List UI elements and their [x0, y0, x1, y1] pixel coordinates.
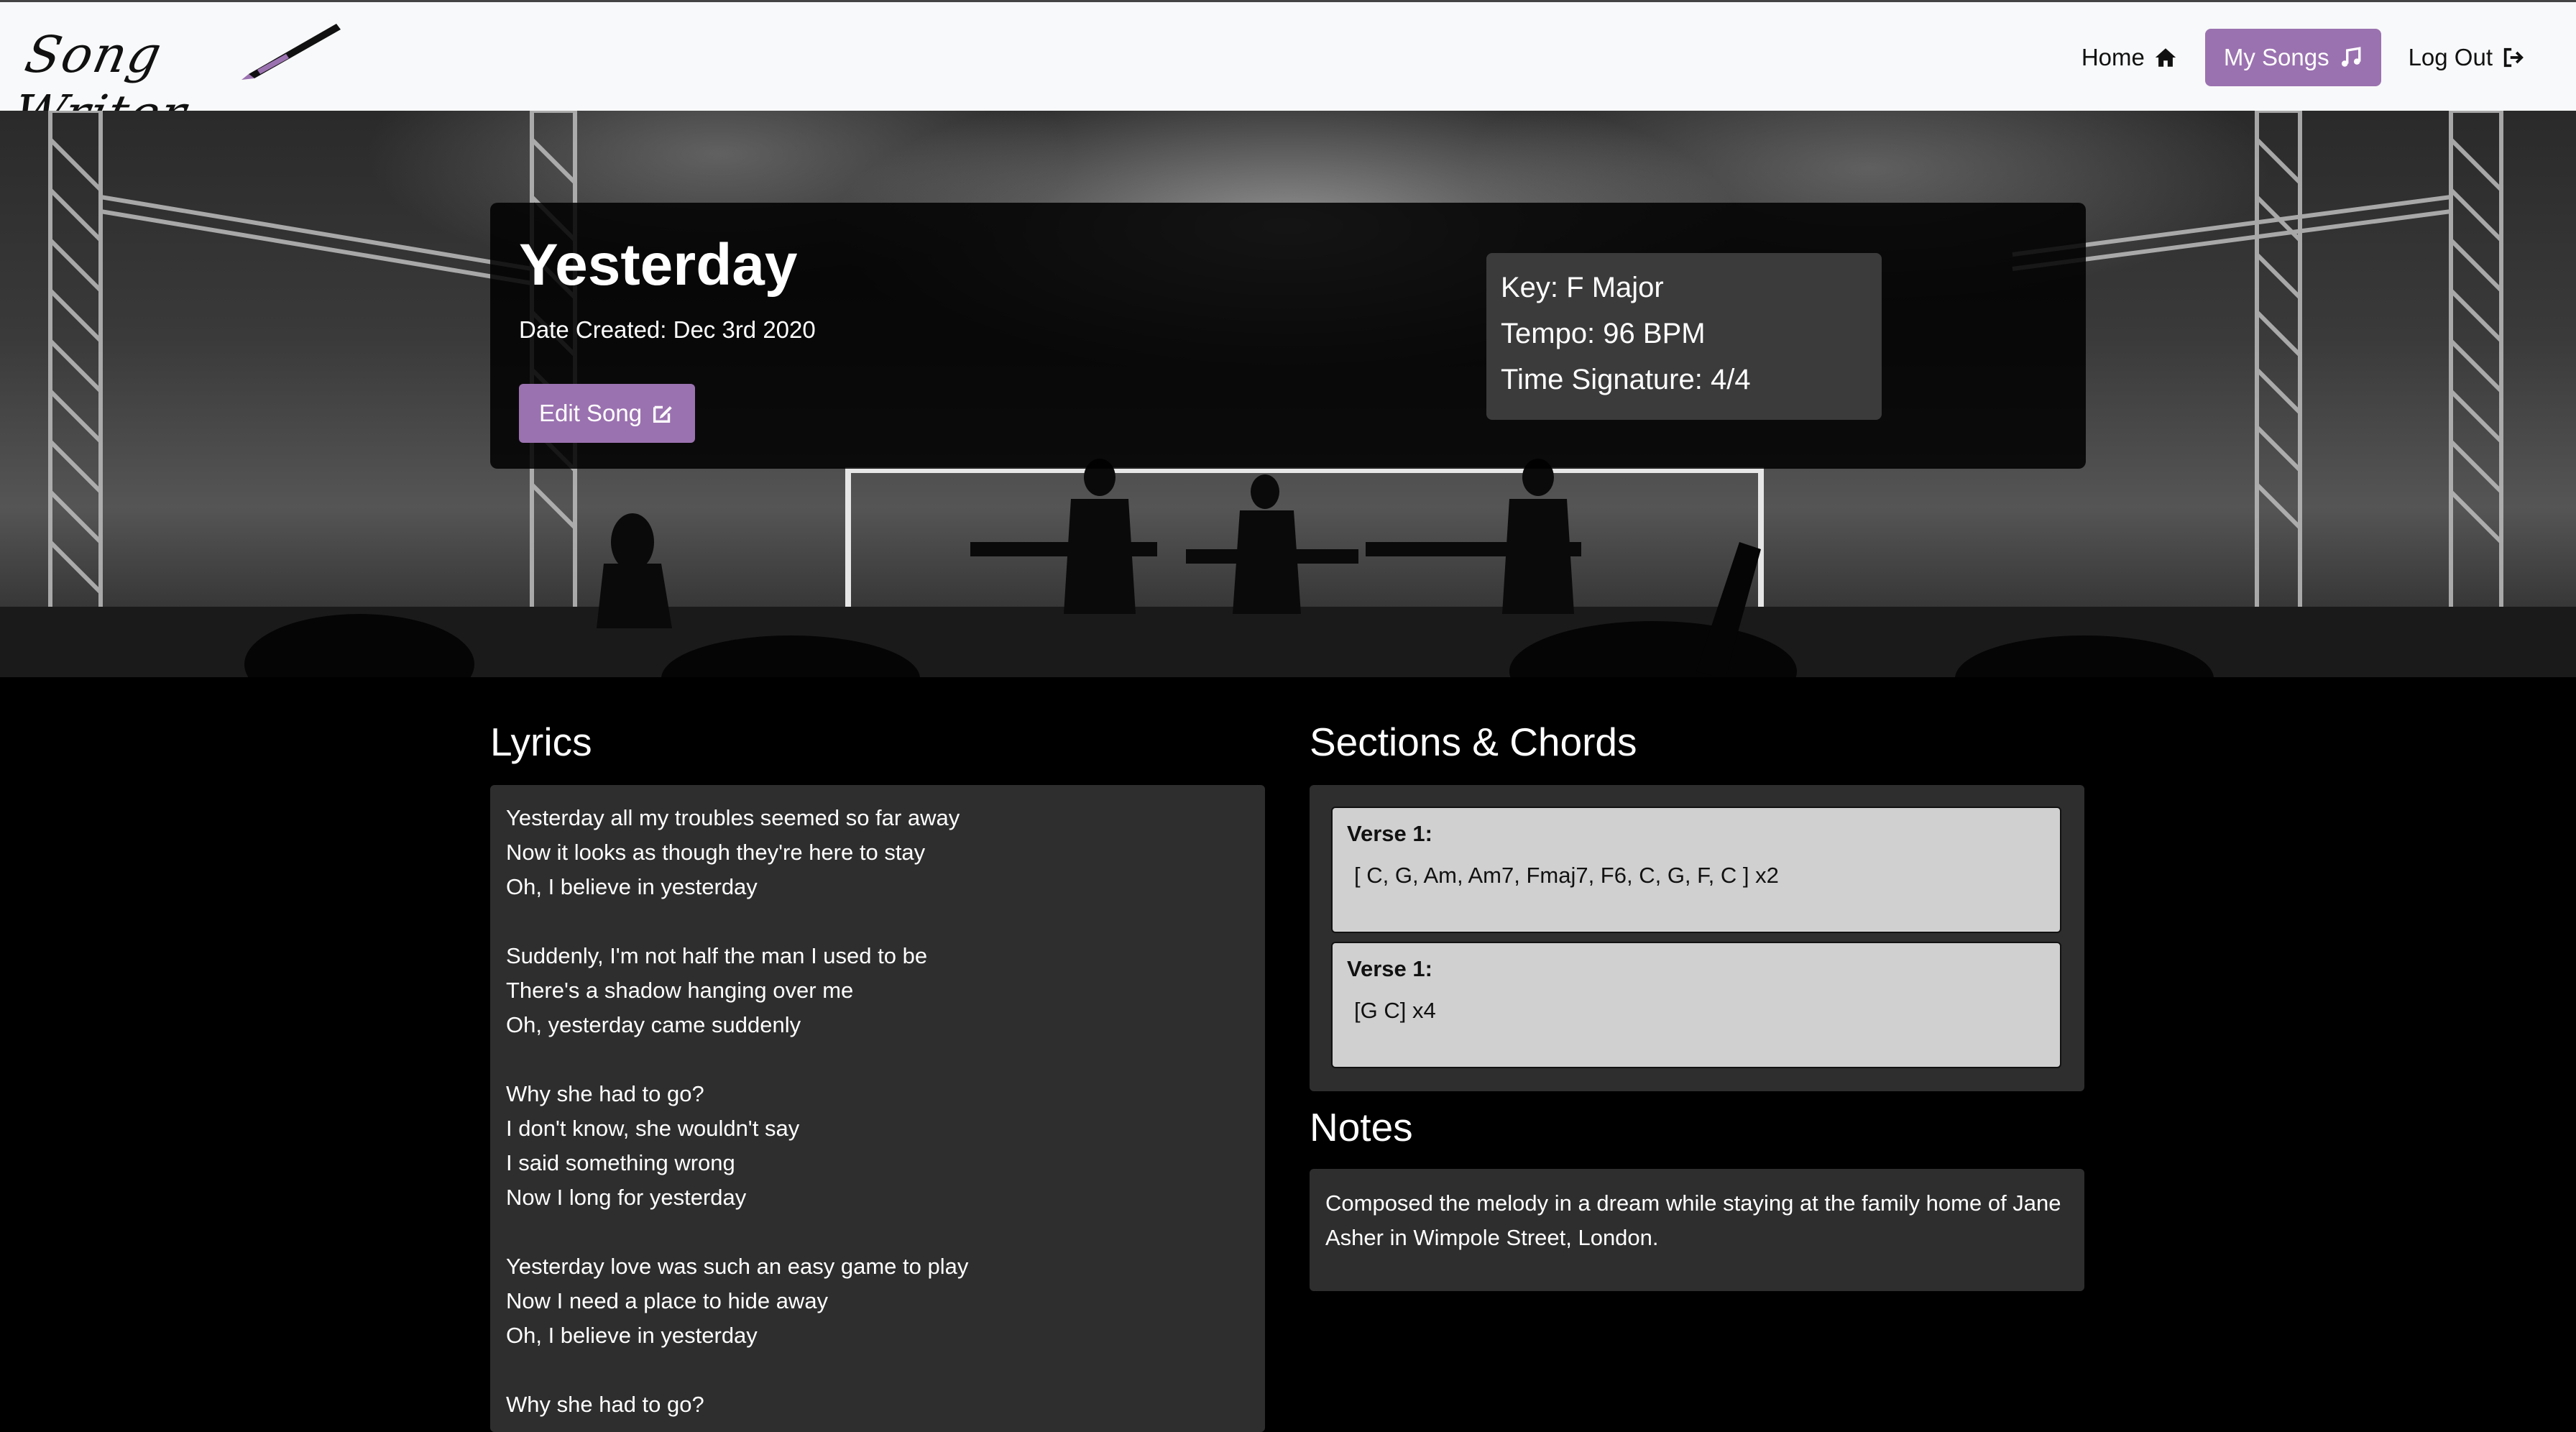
section-chords: [ C, G, Am, Am7, Fmaj7, F6, C, G, F, C ]…	[1354, 863, 1779, 888]
lyric-line: I said something wrong	[506, 1150, 735, 1175]
lyric-line	[506, 1353, 1249, 1387]
music-note-icon	[2341, 47, 2361, 67]
edit-song-label: Edit Song	[539, 400, 643, 426]
song-time-signature: Time Signature: 4/4	[1501, 364, 1751, 395]
lyric-line: Oh, I believe in yesterday	[506, 1323, 758, 1348]
sign-out-icon	[2503, 47, 2524, 68]
lyric-line	[506, 1042, 1249, 1077]
lyric-line: There's a shadow hanging over me	[506, 978, 854, 1003]
section-label: Verse 1:	[1347, 956, 1432, 981]
nav-logout-label: Log Out	[2408, 44, 2493, 70]
sections-heading: Sections & Chords	[1310, 720, 1637, 764]
lyric-line: Oh, yesterday came suddenly	[506, 1012, 801, 1037]
lyrics-heading: Lyrics	[490, 720, 592, 764]
section-chords: [G C] x4	[1354, 998, 1436, 1023]
song-meta-box: Key: F Major Tempo: 96 BPM Time Signatur…	[1486, 253, 1882, 420]
nav-home-label: Home	[2081, 44, 2145, 70]
notes-panel: Composed the melody in a dream while sta…	[1310, 1169, 2084, 1291]
navbar: Song Writer Home My Songs Log Out	[0, 0, 2576, 143]
song-header-card: Yesterday Date Created: Dec 3rd 2020 Edi…	[490, 203, 2086, 469]
lyric-line: Now I long for yesterday	[506, 1185, 747, 1210]
pen-icon	[242, 24, 341, 80]
sections-panel: Verse 1: [ C, G, Am, Am7, Fmaj7, F6, C, …	[1310, 785, 2084, 1091]
lyrics-panel: Yesterday all my troubles seemed so far …	[490, 785, 1265, 1432]
lyric-line: Suddenly, I'm not half the man I used to…	[506, 943, 928, 968]
edit-icon	[653, 405, 672, 423]
home-icon	[2155, 48, 2176, 67]
lyric-line: Now it looks as though they're here to s…	[506, 840, 926, 865]
notes-heading: Notes	[1310, 1105, 1413, 1149]
lyric-line: Why she had to go?	[506, 1081, 704, 1106]
lyric-line: Yesterday love was such an easy game to …	[506, 1254, 969, 1279]
song-title: Yesterday	[519, 232, 798, 298]
nav-my-songs-label: My Songs	[2223, 44, 2329, 70]
lyric-line: Oh, I believe in yesterday	[506, 874, 758, 899]
notes-text: Composed the melody in a dream while sta…	[1325, 1190, 2061, 1250]
song-key: Key: F Major	[1501, 272, 1664, 303]
lyric-line: Yesterday all my troubles seemed so far …	[506, 805, 960, 830]
song-tempo: Tempo: 96 BPM	[1501, 318, 1706, 349]
lyric-line: Why she had to go?	[506, 1392, 704, 1417]
nav-logout[interactable]: Log Out	[2401, 29, 2533, 86]
lyric-line	[506, 1215, 1249, 1249]
nav-links: Home My Songs Log Out	[2074, 29, 2533, 86]
lyric-line: Now I need a place to hide away	[506, 1288, 829, 1313]
hero-banner: Yesterday Date Created: Dec 3rd 2020 Edi…	[0, 111, 2576, 677]
section-card[interactable]: Verse 1: [ C, G, Am, Am7, Fmaj7, F6, C, …	[1331, 807, 2061, 933]
nav-home[interactable]: Home	[2074, 29, 2185, 86]
section-card[interactable]: Verse 1: [G C] x4	[1331, 942, 2061, 1068]
logo[interactable]: Song Writer	[8, 18, 341, 143]
section-label: Verse 1:	[1347, 821, 1432, 846]
lyric-line: I don't know, she wouldn't say	[506, 1116, 800, 1141]
edit-song-button[interactable]: Edit Song	[519, 384, 696, 443]
nav-my-songs[interactable]: My Songs	[2204, 29, 2381, 86]
lyric-line	[506, 904, 1249, 939]
date-created: Date Created: Dec 3rd 2020	[519, 316, 816, 343]
